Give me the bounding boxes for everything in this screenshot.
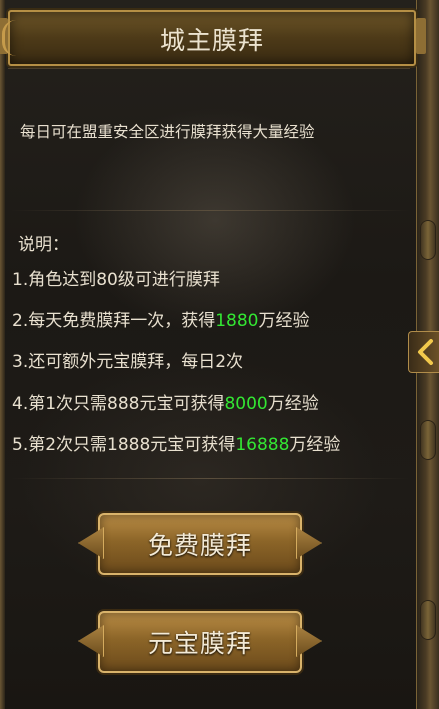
button-ornament [296, 625, 322, 657]
button-ornament [78, 625, 104, 657]
divider [10, 478, 410, 479]
free-worship-button[interactable]: 免费膜拜 [78, 513, 322, 575]
rule-item: 2.每天免费膜拜一次，获得1880万经验 [12, 306, 310, 331]
rule-text-suffix: 万经验 [289, 435, 341, 455]
rule-highlight-value: 16888 [235, 435, 290, 455]
rule-highlight-value: 1880 [215, 311, 259, 331]
rule-text: 4.第1次只需888元宝可获得 [12, 394, 225, 414]
title-divider [8, 68, 410, 69]
free-worship-button-label: 免费膜拜 [147, 531, 252, 560]
rule-text-suffix: 万经验 [258, 311, 310, 331]
panel-title: 城主膜拜 [159, 26, 264, 55]
button-ornament [296, 527, 322, 559]
rule-text: 3.还可额外元宝膜拜，每日2次 [12, 352, 244, 372]
title-bar: 城主膜拜 [0, 10, 426, 66]
frame-ornament [420, 600, 436, 640]
rule-text: 5.第2次只需1888元宝可获得 [12, 435, 236, 455]
divider [10, 210, 410, 211]
ingot-worship-button[interactable]: 元宝膜拜 [78, 611, 322, 673]
chevron-left-icon [415, 339, 435, 365]
rule-item: 5.第2次只需1888元宝可获得16888万经验 [12, 430, 340, 455]
rule-text: 2.每天免费膜拜一次，获得 [12, 311, 216, 331]
ingot-worship-button-label: 元宝膜拜 [147, 629, 252, 658]
collapse-panel-button[interactable] [408, 331, 439, 373]
frame-ornament [420, 220, 436, 260]
rules-heading: 说明： [18, 235, 69, 255]
rule-text: 1.角色达到80级可进行膜拜 [12, 270, 220, 290]
frame-left-border [0, 0, 5, 709]
rule-item: 4.第1次只需888元宝可获得8000万经验 [12, 389, 319, 414]
intro-text: 每日可在盟重安全区进行膜拜获得大量经验 [20, 123, 315, 141]
rule-item: 1.角色达到80级可进行膜拜 [12, 265, 220, 290]
worship-panel: 城主膜拜 每日可在盟重安全区进行膜拜获得大量经验 说明： 1.角色达到80级可进… [0, 0, 439, 709]
rule-highlight-value: 8000 [224, 394, 268, 414]
rule-text-suffix: 万经验 [267, 394, 319, 414]
button-ornament [78, 527, 104, 559]
frame-ornament [420, 420, 436, 460]
rule-item: 3.还可额外元宝膜拜，每日2次 [12, 347, 243, 372]
